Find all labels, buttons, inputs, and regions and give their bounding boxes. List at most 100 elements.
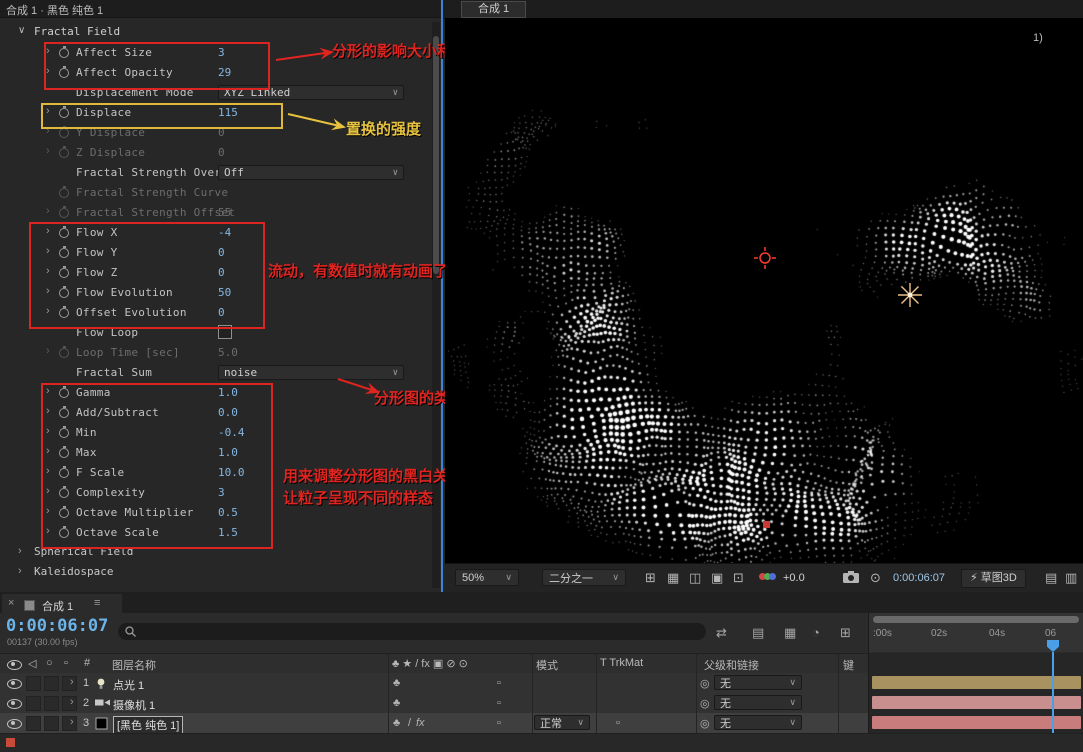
stopwatch-icon[interactable] <box>59 246 69 258</box>
stopwatch-icon[interactable] <box>59 386 69 398</box>
chevron-right-icon[interactable]: › <box>18 545 22 557</box>
effect-property-row[interactable]: › Z Displace 0 <box>0 142 441 162</box>
effect-property-row[interactable]: › Max 1.0 <box>0 442 441 462</box>
property-value[interactable]: 0 <box>218 126 225 139</box>
layer-row-solid[interactable]: › 3 [黑色 纯色 1] ♣ / fx ▫ 正常 ∨ ▫ ◎ 无 ∨ <box>0 713 868 734</box>
expand-chevron-icon[interactable]: › <box>46 485 50 497</box>
parent-column-header[interactable]: 父级和链接 <box>704 657 759 673</box>
effect-property-row[interactable]: Fractal Sum noise ∨ <box>0 362 441 382</box>
quality-switch[interactable]: ♣ <box>393 717 400 729</box>
property-value[interactable]: 115 <box>218 106 238 119</box>
expand-chevron-icon[interactable]: › <box>46 265 50 277</box>
effect-property-row[interactable]: › Flow Y 0 <box>0 242 441 262</box>
panel-menu-icon[interactable]: ▥ <box>1065 570 1077 586</box>
stopwatch-icon[interactable] <box>59 306 69 318</box>
effect-property-row[interactable]: › Affect Opacity 29 <box>0 62 441 82</box>
graph-editor-icon[interactable]: ⊞ <box>840 625 851 641</box>
resolution-dropdown[interactable]: 二分之一 ∨ <box>542 569 626 586</box>
effect-property-row[interactable]: Fractal Strength Curve <box>0 182 441 202</box>
effect-property-row[interactable]: › Gamma 1.0 <box>0 382 441 402</box>
quality-switch[interactable]: ♣ <box>393 677 400 689</box>
stopwatch-icon[interactable] <box>59 126 69 138</box>
stopwatch-icon[interactable] <box>59 46 69 58</box>
stopwatch-icon[interactable] <box>59 106 69 118</box>
property-value[interactable]: 0 <box>218 266 225 279</box>
layer-name[interactable]: 摄像机 1 <box>113 697 155 713</box>
effect-property-row[interactable]: › Loop Time [sec] 5.0 <box>0 342 441 362</box>
timeline-tab[interactable]: × 合成 1 ≡ <box>2 594 122 613</box>
anchor-point-crosshair[interactable] <box>754 247 776 269</box>
stopwatch-icon[interactable] <box>59 266 69 278</box>
layer-row-camera[interactable]: › 2 摄像机 1 ♣ ▫ ◎ 无 ∨ <box>0 693 868 714</box>
eye-icon[interactable] <box>7 719 22 729</box>
effect-group-spherical-field[interactable]: › Spherical Field <box>0 542 441 562</box>
effect-property-row[interactable]: Displacement Mode XYZ Linked ∨ <box>0 82 441 102</box>
property-value[interactable]: 0 <box>218 146 225 159</box>
expand-chevron-icon[interactable]: › <box>46 225 50 237</box>
draft-3d-button[interactable]: ⚡ 草图3D <box>961 569 1026 588</box>
transparency-grid-icon[interactable]: ▦ <box>667 570 679 586</box>
point-light-icon[interactable] <box>897 282 923 308</box>
property-value[interactable]: 5.0 <box>218 346 238 359</box>
composition-flowchart-icon[interactable]: ⇄ <box>716 625 727 641</box>
zoom-dropdown[interactable]: 50% ∨ <box>455 569 519 586</box>
composition-viewer-tab[interactable]: 合成 1 <box>461 1 527 18</box>
exposure-value[interactable]: +0.0 <box>783 572 805 584</box>
stopwatch-icon[interactable] <box>59 346 69 358</box>
region-of-interest-icon[interactable]: ⊞ <box>645 570 656 586</box>
menu-icon[interactable]: ≡ <box>94 597 100 609</box>
stopwatch-icon[interactable] <box>59 506 69 518</box>
property-value[interactable]: Off ∨ <box>218 165 404 180</box>
effect-property-row[interactable]: › Offset Evolution 0 <box>0 302 441 322</box>
layer-row-light[interactable]: › 1 点光 1 ♣ ▫ ◎ 无 ∨ <box>0 673 868 694</box>
current-timecode[interactable]: 0:00:06:07 <box>6 616 108 636</box>
property-value[interactable]: noise ∨ <box>218 365 404 380</box>
fx-switch[interactable]: fx <box>416 717 425 729</box>
property-value[interactable]: 0.5 <box>218 506 238 519</box>
draft-icon[interactable]: ▤ <box>752 625 764 641</box>
property-value[interactable]: 1.0 <box>218 446 238 459</box>
eye-icon[interactable] <box>7 699 22 709</box>
expand-chevron-icon[interactable]: › <box>46 145 50 157</box>
audio-toggle[interactable] <box>26 676 41 691</box>
property-value[interactable]: 3 <box>218 46 225 59</box>
expand-chevron-icon[interactable]: › <box>46 445 50 457</box>
layer-duration-bar[interactable] <box>872 676 1081 689</box>
effect-property-row[interactable]: › Min -0.4 <box>0 422 441 442</box>
eye-icon[interactable] <box>7 679 22 689</box>
layer-name-column-header[interactable]: 图层名称 <box>112 657 156 673</box>
property-value[interactable]: 55 <box>218 206 231 219</box>
stopwatch-icon[interactable] <box>59 66 69 78</box>
effect-controls-tab[interactable]: 合成 1 · 黑色 纯色 1 <box>6 2 103 18</box>
audio-toggle[interactable] <box>26 716 41 731</box>
expand-chevron-icon[interactable]: › <box>70 716 74 728</box>
property-value[interactable] <box>218 325 232 342</box>
expand-chevron-icon[interactable]: › <box>46 105 50 117</box>
effect-property-row[interactable]: Flow Loop <box>0 322 441 342</box>
property-value[interactable]: 0.0 <box>218 406 238 419</box>
stopwatch-icon[interactable] <box>59 286 69 298</box>
effect-group-kaleidospace[interactable]: › Kaleidospace <box>0 562 441 582</box>
search-input[interactable] <box>118 623 706 640</box>
scrollbar[interactable] <box>432 22 440 588</box>
effect-property-row[interactable]: › Y Displace 0 <box>0 122 441 142</box>
stopwatch-icon[interactable] <box>59 426 69 438</box>
property-value[interactable]: 1.5 <box>218 526 238 539</box>
property-value[interactable]: -0.4 <box>218 426 245 439</box>
time-navigator[interactable] <box>873 616 1079 623</box>
expand-chevron-icon[interactable]: › <box>46 125 50 137</box>
panel-divider[interactable] <box>441 0 443 592</box>
layer-name[interactable]: 点光 1 <box>113 677 144 693</box>
property-dropdown[interactable]: noise ∨ <box>218 365 404 380</box>
trkmat-column-header[interactable]: T TrkMat <box>600 657 643 669</box>
effect-property-row[interactable]: › Flow Evolution 50 <box>0 282 441 302</box>
solo-toggle[interactable] <box>44 716 59 731</box>
effect-property-row[interactable]: › Affect Size 3 <box>0 42 441 62</box>
stopwatch-icon[interactable] <box>59 206 69 218</box>
expand-chevron-icon[interactable]: › <box>46 345 50 357</box>
stopwatch-icon[interactable] <box>59 226 69 238</box>
property-value[interactable]: 29 <box>218 66 231 79</box>
expand-chevron-icon[interactable]: › <box>46 65 50 77</box>
stopwatch-icon[interactable] <box>59 466 69 478</box>
flow-loop-checkbox[interactable] <box>218 325 232 339</box>
